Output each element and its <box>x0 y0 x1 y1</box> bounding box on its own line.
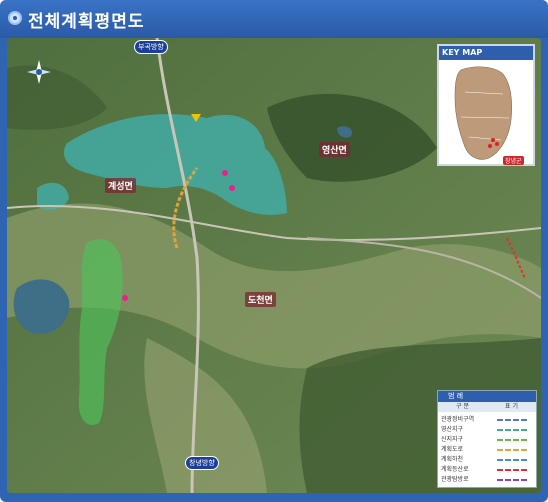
legend-label: 신지지구 <box>441 436 464 443</box>
legend-swatch <box>497 439 527 441</box>
legend-label: 관광탐방로 <box>441 476 469 483</box>
legend-swatch <box>497 449 527 451</box>
legend-row: 계획등산로 <box>441 465 535 474</box>
legend-title: 범 례 <box>438 391 536 402</box>
legend-label: 계획도로 <box>441 446 464 453</box>
place-label: 도천면 <box>245 292 276 307</box>
key-map-title: KEY MAP <box>439 46 533 60</box>
legend-swatch <box>497 429 527 431</box>
header-bar: 전체계획평면도 <box>0 0 548 38</box>
legend-swatch <box>497 479 527 481</box>
legend-label: 계획등산로 <box>441 466 469 473</box>
legend-label: 계획하천 <box>441 456 464 463</box>
legend-row: 관광탐방로 <box>441 475 535 484</box>
legend-header-col: 표 기 <box>505 403 518 410</box>
legend-swatch <box>497 419 527 421</box>
key-map-graphic: 창녕군 <box>441 62 531 165</box>
key-map-tag: 창녕군 <box>503 156 524 165</box>
route-sign: 부곡방향 <box>134 40 168 54</box>
place-label: 계성면 <box>105 178 136 193</box>
legend: 범 례 구 분 표 기 관광정비구역 영산지구 신지지구 계획도로 계획하천 계… <box>437 390 537 488</box>
legend-label: 관광정비구역 <box>441 416 475 423</box>
legend-header-col: 구 분 <box>456 403 469 410</box>
key-map-inset: KEY MAP 창녕군 <box>437 44 535 166</box>
legend-row: 계획도로 <box>441 445 535 454</box>
legend-row: 관광정비구역 <box>441 415 535 424</box>
aerial-map[interactable]: 영산면 계성면 도천면 부곡방향 창녕방향 KEY MAP 창녕군 범 례 구 … <box>7 38 541 493</box>
legend-row: 신지지구 <box>441 435 535 444</box>
legend-row: 영산지구 <box>441 425 535 434</box>
title-bullet-icon <box>8 11 22 25</box>
legend-swatch <box>497 469 527 471</box>
legend-row: 계획하천 <box>441 455 535 464</box>
korea-outline <box>454 66 513 160</box>
page-title: 전체계획평면도 <box>28 12 145 32</box>
route-sign: 창녕방향 <box>185 456 219 470</box>
legend-header: 구 분 표 기 <box>438 402 536 412</box>
legend-label: 영산지구 <box>441 426 464 433</box>
place-label: 영산면 <box>319 142 350 157</box>
legend-swatch <box>497 459 527 461</box>
